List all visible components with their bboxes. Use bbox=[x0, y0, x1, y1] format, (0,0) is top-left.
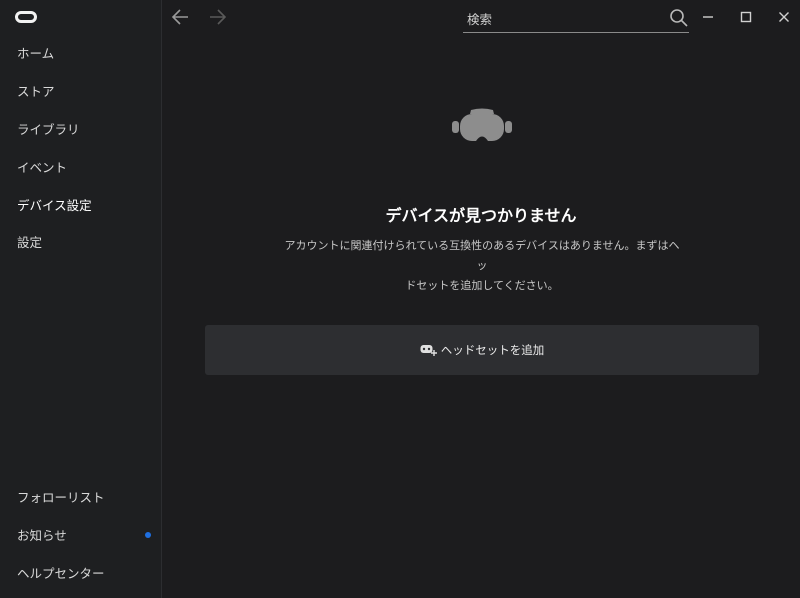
sidebar-item-help-center[interactable]: ヘルプセンター bbox=[17, 564, 157, 584]
add-headset-button[interactable]: ヘッドセットを追加 bbox=[205, 325, 759, 375]
notification-dot bbox=[145, 532, 151, 538]
sidebar: ホーム ストア ライブラリ イベント デバイス設定 設定 フォローリスト お知ら… bbox=[0, 0, 162, 598]
maximize-icon[interactable] bbox=[736, 7, 756, 27]
description: アカウントに関連付けられている互換性のあるデバイスはありません。まずはヘッ ドセ… bbox=[282, 236, 682, 296]
search-icon[interactable] bbox=[669, 8, 689, 28]
oculus-logo-icon[interactable] bbox=[15, 11, 37, 23]
sidebar-item-store[interactable]: ストア bbox=[17, 82, 157, 102]
search-input[interactable] bbox=[465, 6, 664, 32]
description-line-2: ドセットを追加してください。 bbox=[405, 279, 559, 292]
page-title: デバイスが見つかりません bbox=[385, 206, 577, 225]
description-line-1: アカウントに関連付けられている互換性のあるデバイスはありません。まずはヘッ bbox=[284, 239, 680, 272]
add-headset-label: ヘッドセットを追加 bbox=[440, 343, 545, 357]
sidebar-item-device-settings[interactable]: デバイス設定 bbox=[17, 196, 157, 216]
arrow-right-icon[interactable] bbox=[206, 7, 228, 27]
sidebar-item-settings[interactable]: 設定 bbox=[17, 233, 157, 253]
search-box bbox=[463, 4, 689, 33]
top-bar bbox=[162, 0, 800, 36]
main-content: デバイスが見つかりません アカウントに関連付けられている互換性のあるデバイスはあ… bbox=[162, 36, 800, 598]
arrow-left-icon[interactable] bbox=[170, 7, 192, 27]
close-icon[interactable] bbox=[774, 7, 794, 27]
minimize-icon[interactable] bbox=[698, 7, 718, 27]
sidebar-item-library[interactable]: ライブラリ bbox=[17, 120, 157, 140]
sidebar-item-follow-list[interactable]: フォローリスト bbox=[17, 488, 157, 508]
sidebar-item-home[interactable]: ホーム bbox=[17, 44, 157, 64]
sidebar-item-events[interactable]: イベント bbox=[17, 158, 157, 178]
headset-icon bbox=[452, 108, 512, 141]
add-headset-icon bbox=[420, 345, 437, 356]
sidebar-item-notifications[interactable]: お知らせ bbox=[17, 526, 157, 546]
app-window: ホーム ストア ライブラリ イベント デバイス設定 設定 フォローリスト お知ら… bbox=[0, 0, 800, 598]
